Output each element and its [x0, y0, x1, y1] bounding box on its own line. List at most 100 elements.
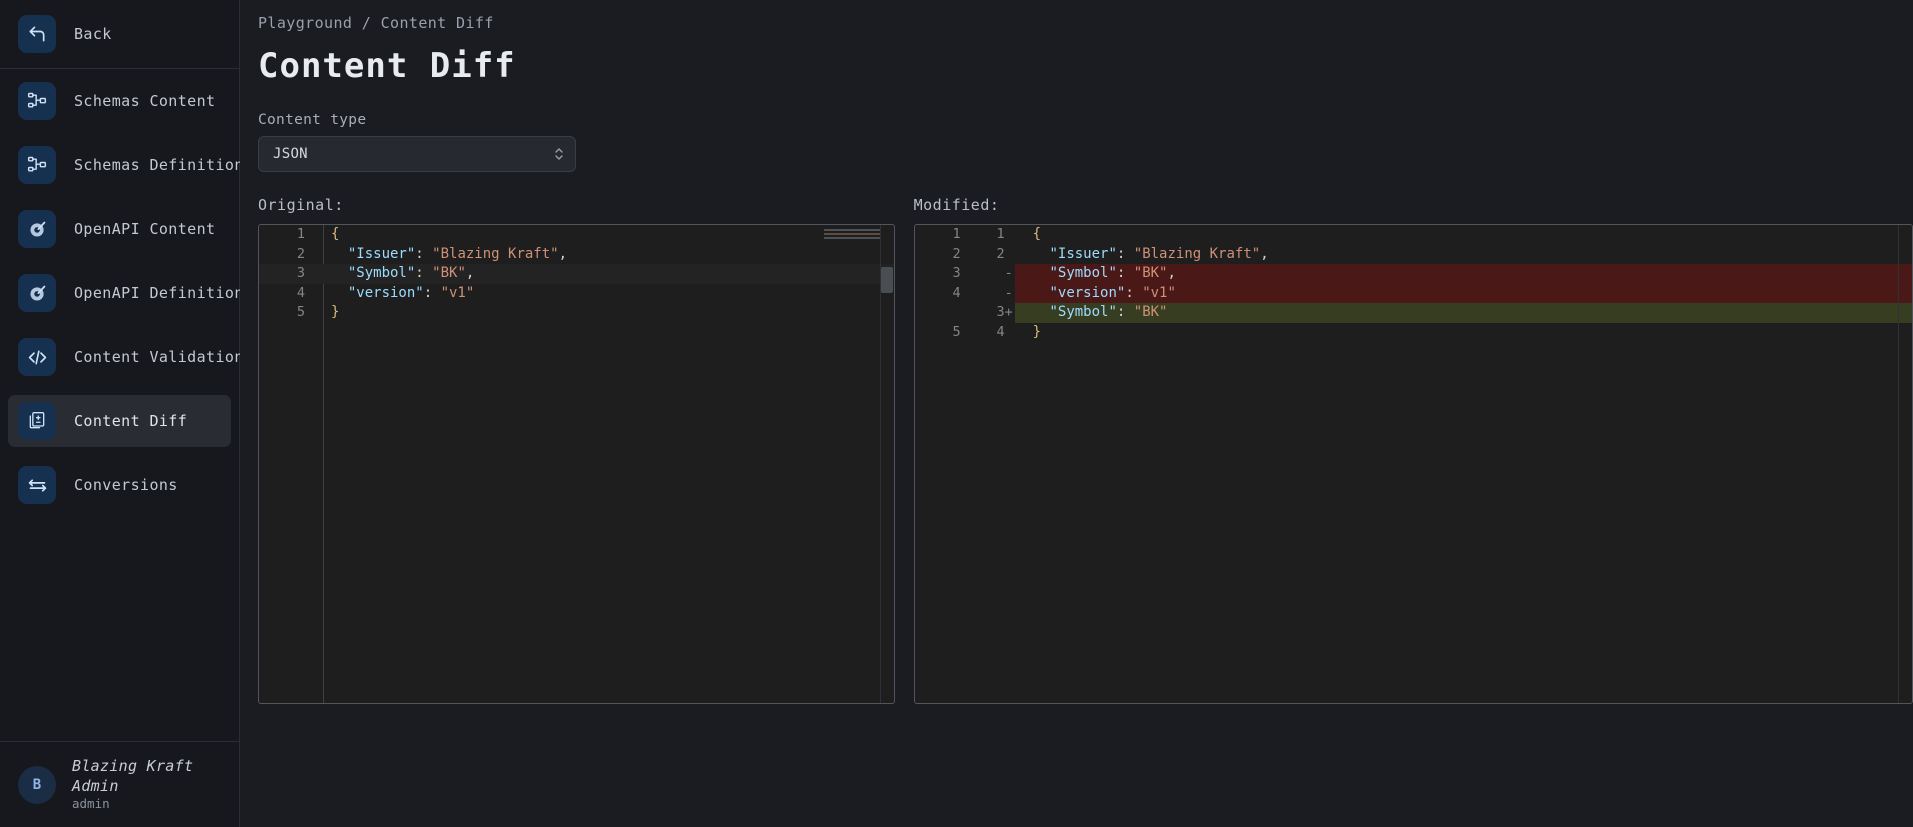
diff-code-text: "version": "v1": [1014, 283, 1912, 303]
page-title: Content Diff: [258, 46, 516, 86]
diff-line-number-modified: 2: [996, 245, 1005, 262]
code-token: "Issuer": [1049, 245, 1117, 262]
code-token: "Symbol": [347, 265, 416, 281]
code-token: }: [1032, 323, 1042, 340]
diff-line[interactable]: 1 1 {: [915, 225, 1912, 245]
user-name: Blazing Kraft Admin: [72, 756, 194, 796]
original-editor[interactable]: 1{2 "Issuer": "Blazing Kraft", 3 "Symbol"…: [258, 224, 895, 704]
code-token: }: [331, 304, 340, 320]
code-token: ,: [1167, 265, 1176, 281]
diff-code-text: }: [1015, 323, 1912, 343]
code-line[interactable]: 2 "Issuer": "Blazing Kraft",: [259, 245, 894, 265]
breadcrumb: Playground / Content Diff: [258, 14, 494, 32]
content-type-label: Content type: [258, 112, 367, 128]
diff-line[interactable]: 5 4}: [915, 323, 1912, 343]
code-token: :: [415, 265, 433, 281]
code-text: "Symbol": "BK",: [305, 264, 894, 284]
conversions-icon: [18, 466, 56, 504]
diff-change-sign: -: [1004, 265, 1013, 281]
diff-line-number-modified: 3: [996, 304, 1005, 320]
diff-line-number-modified: 1: [996, 226, 1005, 242]
main-content: Playground / Content Diff Content Diff C…: [240, 0, 1913, 827]
original-column: Original: 1{2 "Issuer": "Blazing Kraft",…: [258, 196, 895, 704]
code-icon: [18, 338, 56, 376]
diff-code-text: "Symbol": "BK",: [1014, 264, 1912, 284]
code-text: }: [305, 303, 894, 323]
code-token: "Symbol": [1049, 304, 1117, 320]
code-token: {: [331, 226, 340, 242]
modified-diff-editor[interactable]: 1 1 {2 2 "Issuer": "Blazing Kraft", 3 - "Symb…: [913, 224, 1913, 704]
sidebar: Back Schemas Content Schemas Definition Op…: [0, 0, 243, 827]
original-code-lines: 1{2 "Issuer": "Blazing Kraft", 3 "Symbol"…: [259, 225, 894, 323]
code-token: "Issuer": [347, 245, 416, 262]
content-type-select[interactable]: JSON: [258, 136, 576, 172]
modified-label: Modified:: [913, 196, 1000, 214]
sidebar-item-label: Conversions: [74, 476, 178, 494]
diff-line-number-original: 1: [952, 226, 961, 242]
code-line[interactable]: 5}: [259, 303, 894, 323]
diff-line-number-original: 2: [952, 245, 961, 262]
code-token: "v1": [1142, 284, 1176, 301]
code-token: :: [415, 245, 433, 262]
back-arrow-icon: [18, 15, 56, 53]
sidebar-item-label: Schemas Content: [74, 92, 216, 110]
sidebar-item-label: OpenAPI Content: [74, 220, 216, 238]
code-text: "version": "v1": [305, 284, 894, 304]
sidebar-back-list: Back: [0, 8, 239, 60]
editor-scrollbar[interactable]: [879, 225, 894, 703]
code-token: "BK": [1133, 265, 1168, 281]
sidebar-item-schemas-content[interactable]: Schemas Content: [8, 75, 231, 127]
chevron-updown-icon: [553, 146, 565, 162]
code-token: :: [1116, 304, 1134, 320]
sidebar-item-content-validation[interactable]: Content Validation: [8, 331, 243, 383]
diff-line[interactable]: 3 - "Symbol": "BK",: [915, 264, 1912, 284]
sidebar-item-openapi-content[interactable]: OpenAPI Content: [8, 203, 231, 255]
sidebar-user-footer[interactable]: B Blazing Kraft Admin admin: [0, 741, 239, 827]
original-label: Original:: [258, 196, 344, 214]
sidebar-top: Back: [0, 0, 239, 60]
minimap[interactable]: [823, 229, 880, 243]
editor-scrollbar-thumb[interactable]: [880, 267, 893, 293]
sidebar-item-schemas-definition[interactable]: Schemas Definition: [8, 139, 243, 191]
openapi-icon: [18, 274, 56, 312]
line-number: 1: [296, 226, 305, 242]
code-token: "Blazing Kraft": [1133, 245, 1261, 262]
code-token: :: [1116, 245, 1134, 262]
editors-row: Original: 1{2 "Issuer": "Blazing Kraft",…: [258, 196, 1913, 704]
diff-editor-scrollbar[interactable]: [1898, 225, 1912, 703]
sidebar-item-content-diff[interactable]: Content Diff: [8, 395, 231, 447]
code-token: "Symbol": [1049, 265, 1117, 281]
diff-line-number-modified: 4: [996, 323, 1005, 340]
sidebar-nav-list: Schemas Content Schemas Definition OpenAPI…: [0, 75, 243, 523]
openapi-icon: [18, 210, 56, 248]
sidebar-item-openapi-definition[interactable]: OpenAPI Definition: [8, 267, 243, 319]
code-token: :: [1116, 265, 1134, 281]
sidebar-item-conversions[interactable]: Conversions: [8, 459, 231, 511]
code-line[interactable]: 4 "version": "v1": [259, 284, 894, 304]
code-text: {: [305, 225, 894, 245]
diff-line[interactable]: 3 + "Symbol": "BK": [915, 303, 1912, 323]
diff-code-text: "Symbol": "BK": [1014, 303, 1912, 323]
code-token: "BK": [432, 265, 466, 281]
user-info: Blazing Kraft Admin admin: [72, 756, 221, 813]
diff-line[interactable]: 2 2 "Issuer": "Blazing Kraft",: [915, 245, 1912, 265]
code-token: "BK": [1133, 304, 1168, 320]
diff-line[interactable]: 4 - "version": "v1": [915, 283, 1912, 303]
code-token: :: [1125, 284, 1143, 301]
line-number: 4: [296, 284, 305, 301]
code-line[interactable]: 1{: [259, 225, 894, 245]
app-root: Back Schemas Content Schemas Definition Op…: [0, 0, 1913, 827]
code-token: "Blazing Kraft": [432, 245, 559, 262]
sidebar-item-back[interactable]: Back: [8, 8, 231, 60]
avatar: B: [18, 765, 56, 804]
code-line[interactable]: 3 "Symbol": "BK",: [259, 264, 894, 284]
diff-change-sign: -: [1004, 284, 1013, 301]
diff-code-text: "Issuer": "Blazing Kraft",: [1015, 245, 1912, 265]
